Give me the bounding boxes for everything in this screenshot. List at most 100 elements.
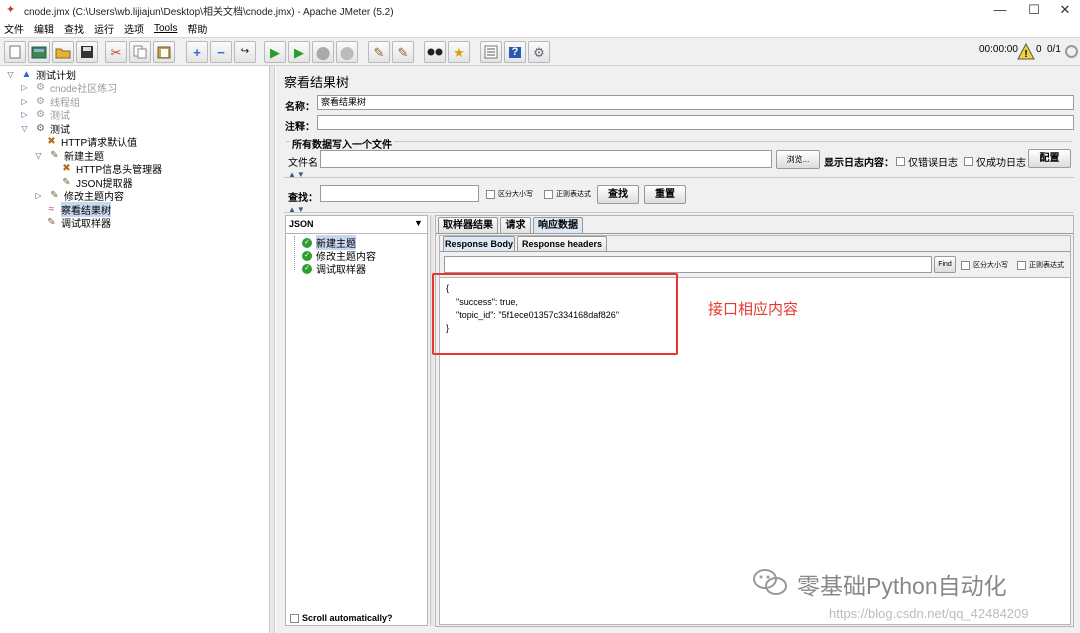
tab-sampler-result[interactable]: 取样器结果 <box>438 217 498 233</box>
expanded-icon[interactable]: ▽ <box>18 123 31 135</box>
templates-icon[interactable] <box>28 41 50 63</box>
tree-node-thread-group-1[interactable]: ▷ ⚙ cnode社区练习 <box>18 81 117 96</box>
clear-all-icon[interactable]: ✎ <box>392 41 414 63</box>
new-icon[interactable] <box>4 41 26 63</box>
expanded-icon[interactable]: ▽ <box>4 69 17 81</box>
browse-button[interactable]: 浏览... <box>776 150 820 169</box>
case-sensitive-checkbox[interactable]: 区分大小写 <box>486 189 533 199</box>
svg-text:!: ! <box>1024 49 1027 60</box>
gear-icon: ⚙ <box>36 122 45 134</box>
view-results-tree-panel: 察看结果树 名称： 察看结果树 注释： 所有数据写入一个文件 文件名 浏览...… <box>276 66 1080 633</box>
tab-response-body[interactable]: Response Body <box>443 236 515 252</box>
warning-count: 0 <box>1036 44 1042 55</box>
response-regex-checkbox[interactable]: 正则表达式 <box>1017 260 1064 270</box>
file-section-title: 所有数据写入一个文件 <box>290 136 394 151</box>
clear-icon[interactable]: ✎ <box>368 41 390 63</box>
paste-icon[interactable] <box>153 41 175 63</box>
open-icon[interactable] <box>52 41 74 63</box>
sampler-pencil-icon: ✎ <box>47 216 56 228</box>
watermark-url: https://blog.csdn.net/qq_42484209 <box>829 606 1029 621</box>
response-case-sensitive-checkbox[interactable]: 区分大小写 <box>961 260 1008 270</box>
chevron-down-icon[interactable]: ▼ <box>414 218 423 228</box>
search-label: 查找： <box>288 193 318 204</box>
cut-icon[interactable]: ✂ <box>105 41 127 63</box>
start-icon[interactable]: ▶ <box>264 41 286 63</box>
search-icon[interactable] <box>424 41 446 63</box>
extractor-pencil-icon: ✎ <box>62 176 71 188</box>
menu-run[interactable]: 运行 <box>94 21 114 36</box>
tab-response-data[interactable]: 响应数据 <box>533 217 583 233</box>
remote-icon[interactable]: ⚙ <box>528 41 550 63</box>
gear-icon: ⚙ <box>36 81 45 93</box>
tree-node-header-manager[interactable]: ✖ HTTP信息头管理器 <box>60 162 162 177</box>
panel-title: 察看结果树 <box>284 75 350 90</box>
gear-icon: ⚙ <box>36 95 45 107</box>
warning-icon[interactable]: ! <box>1017 42 1035 60</box>
tab-request[interactable]: 请求 <box>500 217 531 233</box>
shutdown-icon[interactable]: ⬤ <box>336 41 358 63</box>
name-field[interactable]: 察看结果树 <box>317 95 1074 110</box>
title-bar: ✦ cnode.jmx (C:\Users\wb.lijiajun\Deskto… <box>0 0 1080 20</box>
collapsed-icon[interactable]: ▷ <box>32 190 45 202</box>
maximize-button[interactable]: ☐ <box>1017 0 1051 20</box>
find-button[interactable]: 查找 <box>597 185 639 204</box>
copy-icon[interactable] <box>129 41 151 63</box>
menu-search[interactable]: 查找 <box>64 21 84 36</box>
comment-label: 注释： <box>285 122 315 133</box>
response-find-field[interactable] <box>444 256 932 273</box>
collapsed-icon[interactable]: ▷ <box>18 109 31 121</box>
errors-only-checkbox[interactable]: 仅错误日志 <box>896 154 958 169</box>
toggle-icon[interactable]: ↪ <box>234 41 256 63</box>
menu-edit[interactable]: 编辑 <box>34 21 54 36</box>
tab-response-headers[interactable]: Response headers <box>517 236 607 252</box>
tree-node-debug-sampler[interactable]: ✎ 调试取样器 <box>45 216 111 231</box>
collapsed-icon[interactable]: ▷ <box>18 82 31 94</box>
tree-node-http-defaults[interactable]: ✖ HTTP请求默认值 <box>45 135 137 150</box>
toolbar: ✂ + − ↪ ▶ ▶ ⬤ ⬤ ✎ ✎ ★ ? ⚙ 00:00:00 ! 0 0… <box>0 37 1080 66</box>
wrench-icon: ✖ <box>62 162 71 174</box>
start-no-pause-icon[interactable]: ▶ <box>288 41 310 63</box>
help-icon[interactable]: ? <box>504 41 526 63</box>
elapsed-timer: 00:00:00 <box>979 44 1018 55</box>
result-item-debug-sampler[interactable]: ✓ 调试取样器 <box>302 262 366 276</box>
tree-node-thread-group-2[interactable]: ▷ ⚙ 线程组 <box>18 95 80 110</box>
comment-field[interactable] <box>317 115 1074 130</box>
pane-splitter[interactable] <box>270 66 275 633</box>
annotation-label: 接口相应内容 <box>708 301 799 318</box>
window-title: cnode.jmx (C:\Users\wb.lijiajun\Desktop\… <box>24 6 394 18</box>
reset-search-icon[interactable]: ★ <box>448 41 470 63</box>
scroll-automatically-checkbox[interactable]: Scroll automatically? <box>290 613 393 623</box>
tree-node-modify-topic[interactable]: ▷ ✎ 修改主题内容 <box>32 189 124 204</box>
response-find-button[interactable]: Find <box>934 256 956 273</box>
menu-options[interactable]: 选项 <box>124 21 144 36</box>
test-plan-tree: ▽ ▲ 测试计划 ▷ ⚙ cnode社区练习 ▷ ⚙ 线程组 ▷ ⚙ 测试 ▽ … <box>0 66 270 633</box>
menu-help[interactable]: 帮助 <box>187 21 207 36</box>
filename-label: 文件名 <box>288 158 318 169</box>
sampler-pencil-icon: ✎ <box>50 189 59 201</box>
success-check-icon: ✓ <box>302 263 312 274</box>
expand-icon[interactable]: + <box>186 41 208 63</box>
configure-button[interactable]: 配置 <box>1028 149 1071 168</box>
log-display-label: 显示日志内容： <box>824 158 894 169</box>
results-list-panel: JSON ▼ ✓ 新建主题 ✓ 修改主题内容 ✓ 调试取样器 Scroll autom… <box>285 215 428 626</box>
regex-checkbox[interactable]: 正则表达式 <box>544 189 591 199</box>
collapsed-icon[interactable]: ▷ <box>18 96 31 108</box>
search-field[interactable] <box>320 185 479 202</box>
minimize-button[interactable]: — <box>983 0 1017 20</box>
function-helper-icon[interactable] <box>480 41 502 63</box>
test-plan-icon: ▲ <box>21 68 32 80</box>
menu-file[interactable]: 文件 <box>4 21 24 36</box>
close-button[interactable]: ✕ <box>1048 0 1080 20</box>
successes-only-checkbox[interactable]: 仅成功日志 <box>964 154 1026 169</box>
watermark-brand: 零基础Python自动化 <box>797 573 1007 599</box>
stop-icon[interactable]: ⬤ <box>312 41 334 63</box>
renderer-select[interactable]: JSON ▼ <box>286 216 427 234</box>
expanded-icon[interactable]: ▽ <box>32 150 45 162</box>
save-icon[interactable] <box>76 41 98 63</box>
reset-button[interactable]: 重置 <box>644 185 686 204</box>
menu-tools[interactable]: Tools <box>154 23 177 34</box>
tree-node-thread-group-3[interactable]: ▷ ⚙ 测试 <box>18 108 70 123</box>
collapse-icon[interactable]: − <box>210 41 232 63</box>
gear-icon: ⚙ <box>36 108 45 120</box>
filename-field[interactable] <box>320 150 772 168</box>
